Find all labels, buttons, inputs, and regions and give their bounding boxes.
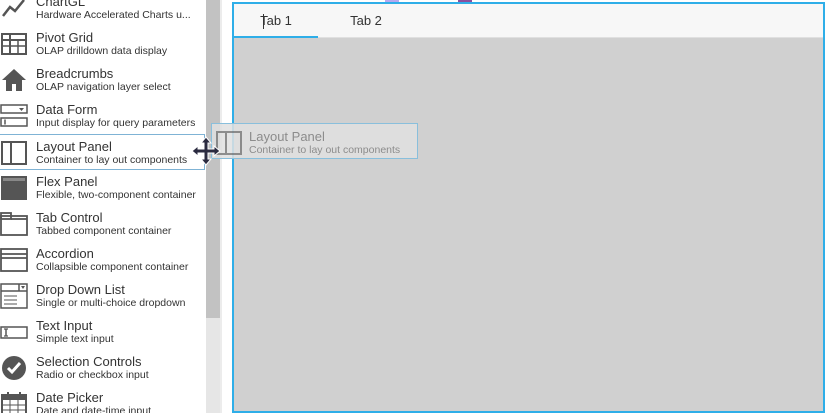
palette-item-desc: Radio or checkbox input	[36, 369, 149, 381]
drag-ghost-title: Layout Panel	[249, 129, 325, 144]
tab-strip: Tab 1 Tab 2	[234, 4, 823, 38]
accordion-icon	[0, 246, 28, 274]
calendar-icon	[0, 390, 28, 413]
palette-item-desc: Container to lay out components	[36, 154, 188, 166]
palette-item-title: Pivot Grid	[36, 30, 94, 45]
tab-control-icon	[0, 210, 28, 238]
tab-1[interactable]: Tab 1	[234, 4, 318, 38]
palette-item-chartgl[interactable]: ChartGL Hardware Accelerated Charts u...	[0, 0, 205, 26]
checkmark-icon	[0, 354, 28, 382]
text-input-icon	[0, 318, 28, 346]
palette-item-title: Tab Control	[36, 210, 103, 225]
tab-label: Tab 1	[260, 13, 292, 28]
drag-ghost-layout-panel: Layout Panel Container to lay out compon…	[211, 123, 418, 159]
layout-panel-icon	[0, 139, 28, 167]
palette-item-flex-panel[interactable]: Flex Panel Flexible, two-component conta…	[0, 170, 205, 206]
pivot-grid-icon	[0, 30, 28, 58]
drag-ghost-desc: Container to lay out components	[249, 144, 401, 156]
form-icon	[0, 102, 28, 130]
dropdown-icon	[0, 282, 28, 310]
text-caret	[263, 14, 264, 29]
palette-item-title: Accordion	[36, 246, 94, 261]
house-icon	[0, 66, 28, 94]
palette-item-title: Flex Panel	[36, 174, 98, 189]
palette-item-title: Layout Panel	[36, 139, 112, 154]
tab-label: Tab 2	[350, 13, 382, 28]
palette-item-pivot-grid[interactable]: Pivot Grid OLAP drilldown data display	[0, 26, 205, 62]
component-palette: ChartGL Hardware Accelerated Charts u...…	[0, 0, 220, 413]
palette-item-title: Selection Controls	[36, 354, 142, 369]
palette-item-drop-down-list[interactable]: Drop Down List Single or multi-choice dr…	[0, 278, 205, 314]
palette-scrollbar[interactable]	[206, 0, 220, 413]
palette-item-desc: Single or multi-choice dropdown	[36, 297, 186, 309]
tab-2[interactable]: Tab 2	[324, 4, 408, 38]
app-root: ChartGL Hardware Accelerated Charts u...…	[0, 0, 825, 413]
flex-panel-icon	[0, 174, 28, 202]
palette-item-breadcrumbs[interactable]: Breadcrumbs OLAP navigation layer select	[0, 62, 205, 98]
palette-item-title: Text Input	[36, 318, 93, 333]
palette-item-date-picker[interactable]: Date Picker Date and date-time input	[0, 386, 205, 413]
palette-item-desc: Flexible, two-component container	[36, 189, 196, 201]
tab-control[interactable]: Tab 1 Tab 2	[232, 2, 825, 413]
palette-item-desc: Collapsible component container	[36, 261, 189, 273]
palette-list: ChartGL Hardware Accelerated Charts u...…	[0, 0, 205, 413]
palette-item-text-input[interactable]: Text Input Simple text input	[0, 314, 205, 350]
palette-item-desc: Hardware Accelerated Charts u...	[36, 9, 191, 21]
palette-item-desc: Simple text input	[36, 333, 114, 345]
palette-item-title: ChartGL	[36, 0, 86, 9]
palette-item-title: Date Picker	[36, 390, 104, 405]
palette-item-selection-controls[interactable]: Selection Controls Radio or checkbox inp…	[0, 350, 205, 386]
palette-item-desc: Input display for query parameters	[36, 117, 196, 129]
palette-item-desc: OLAP drilldown data display	[36, 45, 168, 57]
palette-item-accordion[interactable]: Accordion Collapsible component containe…	[0, 242, 205, 278]
sidebar-divider	[220, 0, 222, 413]
palette-item-layout-panel[interactable]: Layout Panel Container to lay out compon…	[0, 134, 205, 170]
palette-item-desc: Tabbed component container	[36, 225, 172, 237]
palette-item-desc: Date and date-time input	[36, 405, 151, 413]
move-cursor-icon	[191, 136, 221, 166]
palette-item-desc: OLAP navigation layer select	[36, 81, 171, 93]
palette-item-title: Breadcrumbs	[36, 66, 114, 81]
palette-item-data-form[interactable]: Data Form Input display for query parame…	[0, 98, 205, 134]
line-chart-icon	[0, 0, 28, 22]
palette-item-tab-control[interactable]: Tab Control Tabbed component container	[0, 206, 205, 242]
palette-item-title: Data Form	[36, 102, 98, 117]
palette-item-title: Drop Down List	[36, 282, 125, 297]
